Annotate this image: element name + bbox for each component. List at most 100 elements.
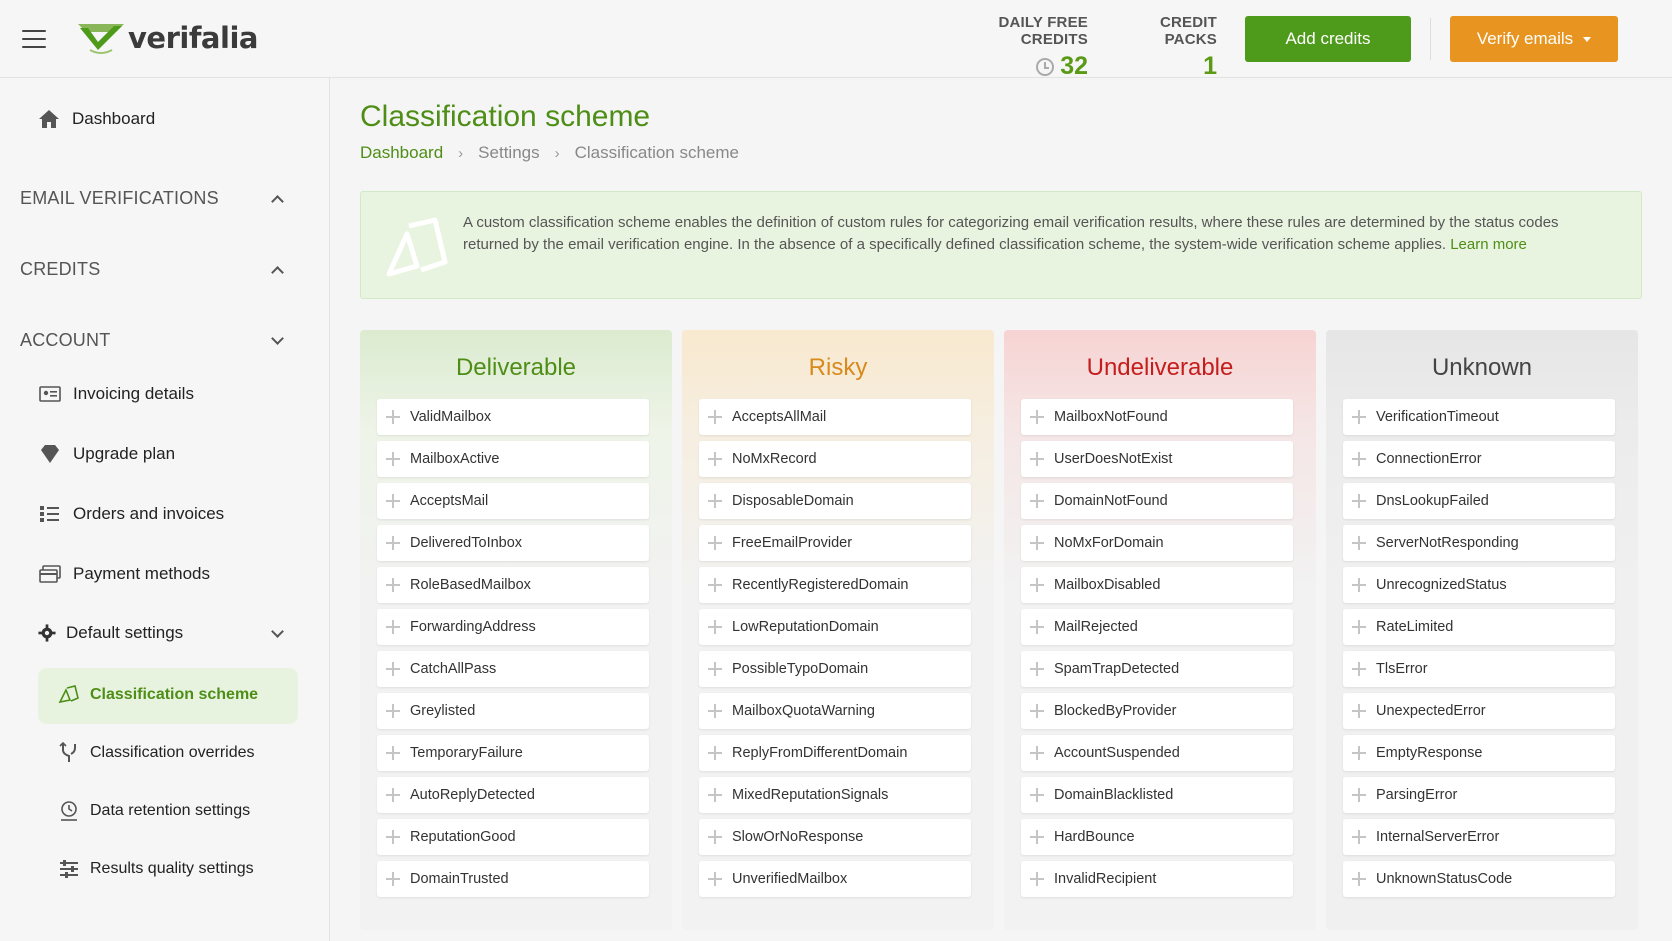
drag-handle-icon[interactable] — [1030, 704, 1044, 718]
drag-handle-icon[interactable] — [1352, 788, 1366, 802]
drag-handle-icon[interactable] — [386, 662, 400, 676]
sidebar-item-default-settings[interactable]: Default settings — [38, 623, 284, 643]
status-code-card[interactable]: PossibleTypoDomain — [699, 651, 971, 687]
drag-handle-icon[interactable] — [708, 746, 722, 760]
learn-more-link[interactable]: Learn more — [1450, 236, 1527, 253]
drag-handle-icon[interactable] — [386, 872, 400, 886]
drag-handle-icon[interactable] — [1030, 410, 1044, 424]
status-code-card[interactable]: MailRejected — [1021, 609, 1293, 645]
status-code-card[interactable]: MailboxDisabled — [1021, 567, 1293, 603]
status-code-card[interactable]: MailboxNotFound — [1021, 399, 1293, 435]
drag-handle-icon[interactable] — [1352, 620, 1366, 634]
section-credits[interactable]: CREDITS — [20, 259, 284, 280]
drag-handle-icon[interactable] — [1352, 830, 1366, 844]
status-code-card[interactable]: InternalServerError — [1343, 819, 1615, 855]
section-email-verifications[interactable]: EMAIL VERIFICATIONS — [20, 188, 284, 209]
drag-handle-icon[interactable] — [1352, 452, 1366, 466]
sidebar-item-orders[interactable]: Orders and invoices — [39, 503, 224, 525]
status-code-card[interactable]: UnexpectedError — [1343, 693, 1615, 729]
status-code-card[interactable]: TemporaryFailure — [377, 735, 649, 771]
drag-handle-icon[interactable] — [1030, 746, 1044, 760]
drag-handle-icon[interactable] — [386, 704, 400, 718]
sidebar-item-results-quality[interactable]: Results quality settings — [58, 858, 254, 880]
drag-handle-icon[interactable] — [708, 410, 722, 424]
drag-handle-icon[interactable] — [1352, 410, 1366, 424]
status-code-card[interactable]: HardBounce — [1021, 819, 1293, 855]
status-code-card[interactable]: DnsLookupFailed — [1343, 483, 1615, 519]
drag-handle-icon[interactable] — [1352, 746, 1366, 760]
drag-handle-icon[interactable] — [1352, 872, 1366, 886]
status-code-card[interactable]: DeliveredToInbox — [377, 525, 649, 561]
status-code-card[interactable]: CatchAllPass — [377, 651, 649, 687]
status-code-card[interactable]: RecentlyRegisteredDomain — [699, 567, 971, 603]
sidebar-item-data-retention[interactable]: Data retention settings — [58, 800, 250, 822]
status-code-card[interactable]: UnrecognizedStatus — [1343, 567, 1615, 603]
status-code-card[interactable]: RoleBasedMailbox — [377, 567, 649, 603]
status-code-card[interactable]: AcceptsMail — [377, 483, 649, 519]
status-code-card[interactable]: UserDoesNotExist — [1021, 441, 1293, 477]
drag-handle-icon[interactable] — [386, 452, 400, 466]
drag-handle-icon[interactable] — [386, 830, 400, 844]
status-code-card[interactable]: TlsError — [1343, 651, 1615, 687]
status-code-card[interactable]: DomainNotFound — [1021, 483, 1293, 519]
logo[interactable]: verifalia — [76, 20, 258, 56]
status-code-card[interactable]: InvalidRecipient — [1021, 861, 1293, 897]
status-code-card[interactable]: UnverifiedMailbox — [699, 861, 971, 897]
drag-handle-icon[interactable] — [386, 494, 400, 508]
status-code-card[interactable]: UnknownStatusCode — [1343, 861, 1615, 897]
add-credits-button[interactable]: Add credits — [1245, 16, 1411, 62]
drag-handle-icon[interactable] — [1352, 494, 1366, 508]
drag-handle-icon[interactable] — [708, 452, 722, 466]
status-code-card[interactable]: AutoReplyDetected — [377, 777, 649, 813]
sidebar-item-classification-overrides[interactable]: Classification overrides — [58, 742, 255, 764]
sidebar-item-dashboard[interactable]: Dashboard — [38, 108, 155, 130]
drag-handle-icon[interactable] — [1352, 704, 1366, 718]
drag-handle-icon[interactable] — [708, 536, 722, 550]
status-code-card[interactable]: DisposableDomain — [699, 483, 971, 519]
sidebar-item-invoicing[interactable]: Invoicing details — [39, 383, 194, 405]
status-code-card[interactable]: MailboxActive — [377, 441, 649, 477]
drag-handle-icon[interactable] — [1030, 620, 1044, 634]
breadcrumb-dashboard-link[interactable]: Dashboard — [360, 143, 443, 163]
drag-handle-icon[interactable] — [386, 410, 400, 424]
drag-handle-icon[interactable] — [708, 704, 722, 718]
drag-handle-icon[interactable] — [386, 578, 400, 592]
section-account[interactable]: ACCOUNT — [20, 330, 284, 351]
status-code-card[interactable]: DomainBlacklisted — [1021, 777, 1293, 813]
drag-handle-icon[interactable] — [708, 662, 722, 676]
drag-handle-icon[interactable] — [1030, 662, 1044, 676]
drag-handle-icon[interactable] — [1030, 452, 1044, 466]
sidebar-item-payment[interactable]: Payment methods — [39, 563, 210, 585]
status-code-card[interactable]: ReplyFromDifferentDomain — [699, 735, 971, 771]
status-code-card[interactable]: ParsingError — [1343, 777, 1615, 813]
status-code-card[interactable]: ForwardingAddress — [377, 609, 649, 645]
drag-handle-icon[interactable] — [386, 620, 400, 634]
status-code-card[interactable]: SlowOrNoResponse — [699, 819, 971, 855]
drag-handle-icon[interactable] — [386, 788, 400, 802]
status-code-card[interactable]: MixedReputationSignals — [699, 777, 971, 813]
drag-handle-icon[interactable] — [1030, 578, 1044, 592]
status-code-card[interactable]: AccountSuspended — [1021, 735, 1293, 771]
status-code-card[interactable]: BlockedByProvider — [1021, 693, 1293, 729]
status-code-card[interactable]: ServerNotResponding — [1343, 525, 1615, 561]
status-code-card[interactable]: NoMxRecord — [699, 441, 971, 477]
drag-handle-icon[interactable] — [1030, 536, 1044, 550]
drag-handle-icon[interactable] — [708, 620, 722, 634]
drag-handle-icon[interactable] — [1030, 788, 1044, 802]
drag-handle-icon[interactable] — [1030, 872, 1044, 886]
status-code-card[interactable]: FreeEmailProvider — [699, 525, 971, 561]
drag-handle-icon[interactable] — [708, 872, 722, 886]
status-code-card[interactable]: EmptyResponse — [1343, 735, 1615, 771]
sidebar-item-classification-scheme[interactable]: Classification scheme — [58, 684, 258, 706]
drag-handle-icon[interactable] — [708, 494, 722, 508]
status-code-card[interactable]: NoMxForDomain — [1021, 525, 1293, 561]
status-code-card[interactable]: SpamTrapDetected — [1021, 651, 1293, 687]
status-code-card[interactable]: LowReputationDomain — [699, 609, 971, 645]
drag-handle-icon[interactable] — [1352, 578, 1366, 592]
verify-emails-button[interactable]: Verify emails — [1450, 16, 1618, 62]
status-code-card[interactable]: ValidMailbox — [377, 399, 649, 435]
sidebar-item-upgrade[interactable]: Upgrade plan — [39, 443, 175, 465]
menu-icon[interactable] — [22, 30, 46, 48]
drag-handle-icon[interactable] — [1352, 662, 1366, 676]
status-code-card[interactable]: MailboxQuotaWarning — [699, 693, 971, 729]
